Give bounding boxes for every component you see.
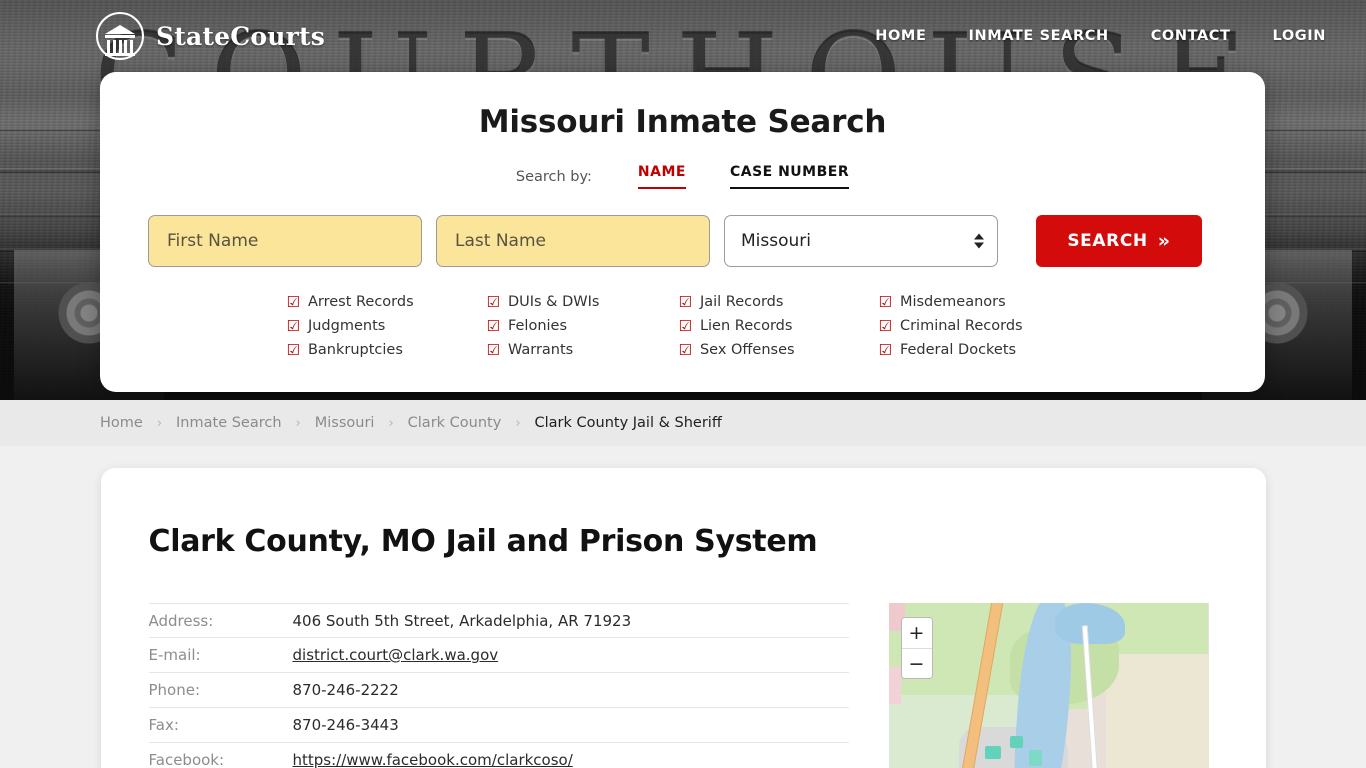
record-type-item[interactable]: ☑ Lien Records xyxy=(679,317,879,335)
map-zoom-controls: + − xyxy=(900,617,933,679)
breadcrumb: Home › Inmate Search › Missouri › Clark … xyxy=(0,400,1366,446)
record-type-label: Felonies xyxy=(507,318,568,334)
row-value-address: 406 South 5th Street, Arkadelphia, AR 71… xyxy=(292,611,632,630)
record-type-item[interactable]: ☑ DUIs & DWIs xyxy=(487,293,679,311)
table-row: E-mail: district.court@clark.wa.gov xyxy=(148,638,849,673)
chevron-right-icon: › xyxy=(515,415,521,431)
checkbox-checked-icon: ☑ xyxy=(878,292,892,311)
breadcrumb-item-home[interactable]: Home xyxy=(100,415,143,431)
double-chevron-right-icon: » xyxy=(1157,229,1171,252)
detail-section: Address: 406 South 5th Street, Arkadelph… xyxy=(148,603,1218,768)
zoom-out-button[interactable]: − xyxy=(901,648,932,678)
breadcrumb-item-missouri[interactable]: Missouri xyxy=(315,415,375,431)
hero-banner: COURTHOUSE StateCourts HOME INMATE SEARC… xyxy=(0,0,1366,400)
table-row: Fax: 870-246-3443 xyxy=(148,708,849,743)
search-form: Missouri SEARCH » xyxy=(148,215,1217,267)
map-tiles xyxy=(888,603,1209,768)
last-name-input[interactable] xyxy=(436,215,710,267)
checkbox-checked-icon: ☑ xyxy=(678,316,692,335)
nav-item-home[interactable]: HOME xyxy=(875,28,926,44)
search-by-row: Search by: NAME CASE NUMBER xyxy=(148,164,1217,189)
checkbox-checked-icon: ☑ xyxy=(486,316,500,335)
tab-case-number[interactable]: CASE NUMBER xyxy=(729,164,850,189)
checkbox-checked-icon: ☑ xyxy=(878,340,892,359)
nav-item-contact[interactable]: CONTACT xyxy=(1151,28,1231,44)
breadcrumb-item-inmate-search[interactable]: Inmate Search xyxy=(176,415,282,431)
zoom-in-button[interactable]: + xyxy=(901,618,932,648)
email-link[interactable]: district.court@clark.wa.gov xyxy=(293,646,499,664)
chevron-right-icon: › xyxy=(388,415,394,431)
record-type-item[interactable]: ☑ Misdemeanors xyxy=(879,293,1079,311)
search-button-label: SEARCH xyxy=(1067,231,1148,251)
first-name-input[interactable] xyxy=(148,215,422,267)
record-type-label: Judgments xyxy=(307,318,386,334)
record-type-label: Federal Dockets xyxy=(899,342,1017,358)
row-label: E-mail: xyxy=(148,646,201,664)
record-type-label: Lien Records xyxy=(699,318,793,334)
table-row: Facebook: https://www.facebook.com/clark… xyxy=(149,743,849,768)
top-bar: StateCourts HOME INMATE SEARCH CONTACT L… xyxy=(0,0,1366,72)
checkbox-checked-icon: ☑ xyxy=(486,340,500,359)
row-value-phone: 870-246-2222 xyxy=(292,681,399,699)
record-type-label: Jail Records xyxy=(699,294,784,310)
record-type-label: Arrest Records xyxy=(307,294,414,310)
record-type-label: DUIs & DWIs xyxy=(507,294,600,310)
table-row: Address: 406 South 5th Street, Arkadelph… xyxy=(148,603,849,638)
row-value-email: district.court@clark.wa.gov xyxy=(293,646,499,664)
checkbox-checked-icon: ☑ xyxy=(678,292,692,311)
record-type-label: Warrants xyxy=(507,342,574,358)
checkbox-checked-icon: ☑ xyxy=(878,316,892,335)
search-card-title: Missouri Inmate Search xyxy=(478,104,887,140)
breadcrumb-item-current: Clark County Jail & Sheriff xyxy=(534,415,722,431)
chevron-updown-icon xyxy=(974,233,984,249)
nav-item-login[interactable]: LOGIN xyxy=(1273,28,1326,44)
chevron-right-icon: › xyxy=(295,415,301,431)
state-select-value: Missouri xyxy=(724,215,998,267)
record-type-item[interactable]: ☑ Bankruptcies xyxy=(287,341,487,359)
record-type-list: ☑ Arrest Records ☑ DUIs & DWIs ☑ Jail Recor… xyxy=(148,293,1217,359)
main-navigation: HOME INMATE SEARCH CONTACT LOGIN xyxy=(875,28,1326,44)
record-type-item[interactable]: ☑ Criminal Records xyxy=(879,317,1079,335)
row-label: Phone: xyxy=(148,681,201,699)
location-map[interactable]: + − xyxy=(888,603,1209,768)
chevron-right-icon: › xyxy=(156,415,163,431)
record-type-item[interactable]: ☑ Federal Dockets xyxy=(879,341,1079,359)
row-value-facebook: https://www.facebook.com/clarkcoso/ xyxy=(293,751,573,768)
brand-name: StateCourts xyxy=(156,21,325,51)
row-label: Address: xyxy=(148,611,214,630)
facility-detail-card: Clark County, MO Jail and Prison System … xyxy=(100,468,1266,768)
row-label: Fax: xyxy=(148,716,179,734)
state-select[interactable]: Missouri xyxy=(724,215,998,267)
row-value-fax: 870-246-3443 xyxy=(292,716,399,734)
page-title: Clark County, MO Jail and Prison System xyxy=(148,524,818,559)
search-by-label: Search by: xyxy=(515,168,592,185)
search-button[interactable]: SEARCH » xyxy=(1036,215,1202,267)
checkbox-checked-icon: ☑ xyxy=(286,316,300,335)
facebook-link[interactable]: https://www.facebook.com/clarkcoso/ xyxy=(293,751,573,768)
record-type-item[interactable]: ☑ Arrest Records xyxy=(287,293,487,311)
row-label: Facebook: xyxy=(148,751,225,768)
checkbox-checked-icon: ☑ xyxy=(486,292,500,311)
courthouse-circle-icon xyxy=(96,12,144,60)
record-type-item[interactable]: ☑ Judgments xyxy=(287,317,487,335)
breadcrumb-item-clark-county[interactable]: Clark County xyxy=(408,415,502,431)
inmate-search-card: Missouri Inmate Search Search by: NAME C… xyxy=(100,72,1265,392)
record-type-label: Misdemeanors xyxy=(899,294,1006,310)
brand-logo[interactable]: StateCourts xyxy=(96,12,325,60)
record-type-label: Criminal Records xyxy=(899,318,1023,334)
record-type-item[interactable]: ☑ Jail Records xyxy=(679,293,879,311)
tab-name[interactable]: NAME xyxy=(637,164,686,189)
record-type-item[interactable]: ☑ Warrants xyxy=(487,341,679,359)
record-type-label: Sex Offenses xyxy=(699,342,795,358)
nav-item-inmate-search[interactable]: INMATE SEARCH xyxy=(968,28,1108,44)
checkbox-checked-icon: ☑ xyxy=(286,292,300,311)
record-type-item[interactable]: ☑ Felonies xyxy=(487,317,679,335)
facility-info-table: Address: 406 South 5th Street, Arkadelph… xyxy=(148,603,849,768)
table-row: Phone: 870-246-2222 xyxy=(148,673,849,708)
checkbox-checked-icon: ☑ xyxy=(678,340,692,359)
record-type-item[interactable]: ☑ Sex Offenses xyxy=(679,341,879,359)
record-type-label: Bankruptcies xyxy=(307,342,403,358)
checkbox-checked-icon: ☑ xyxy=(286,340,300,359)
